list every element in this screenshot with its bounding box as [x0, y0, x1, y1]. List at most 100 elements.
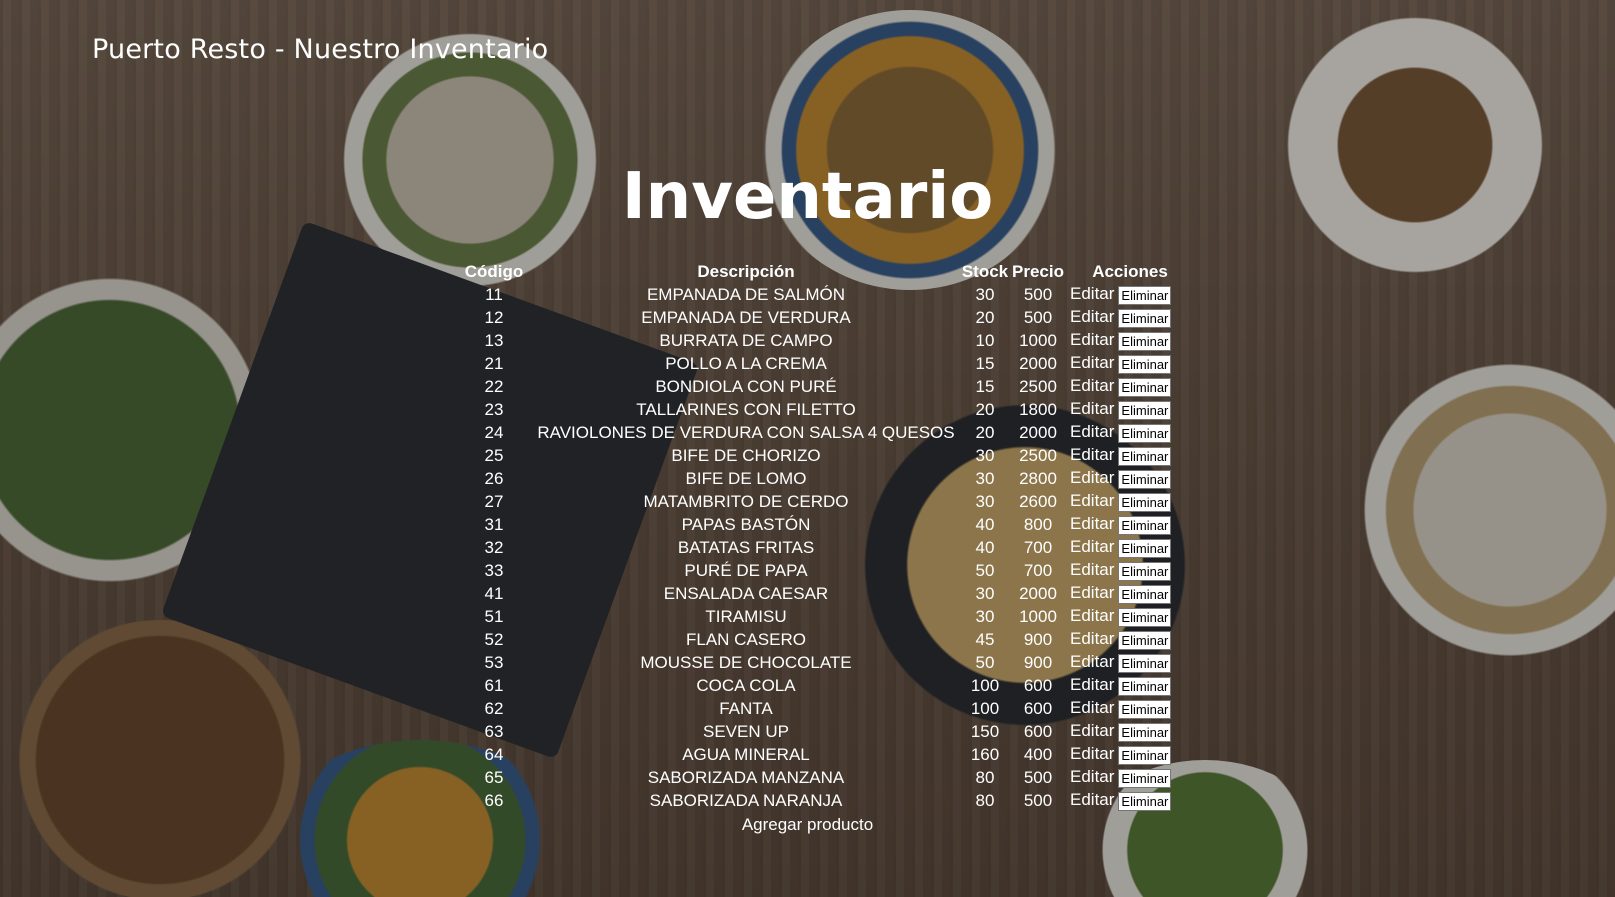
edit-link[interactable]: Editar — [1070, 744, 1114, 763]
delete-button[interactable]: Eliminar — [1118, 423, 1172, 443]
cell-stock: 10 — [975, 330, 995, 350]
table-row: 12 EMPANADA DE VERDURA 20 500 Editar Eliminar — [456, 306, 1190, 329]
delete-button[interactable]: Eliminar — [1118, 354, 1172, 374]
cell-description: COCA COLA — [696, 675, 796, 695]
site-brand[interactable]: Puerto Resto - Nuestro Inventario — [92, 34, 548, 65]
delete-button[interactable]: Eliminar — [1118, 630, 1172, 650]
cell-description: EMPANADA DE VERDURA — [641, 307, 851, 327]
cell-price: 600 — [1023, 721, 1053, 741]
cell-description: AGUA MINERAL — [682, 744, 810, 764]
cell-stock: 15 — [975, 376, 995, 396]
delete-button[interactable]: Eliminar — [1118, 722, 1172, 742]
edit-link[interactable]: Editar — [1070, 721, 1114, 740]
table-row: 11 EMPANADA DE SALMÓN 30 500 Editar Eliminar — [456, 283, 1190, 306]
delete-button[interactable]: Eliminar — [1118, 561, 1172, 581]
delete-button[interactable]: Eliminar — [1118, 515, 1172, 535]
cell-price: 900 — [1023, 652, 1053, 672]
cell-actions: Editar Eliminar — [1066, 697, 1190, 720]
delete-button[interactable]: Eliminar — [1118, 676, 1172, 696]
delete-button[interactable]: Eliminar — [1118, 377, 1172, 397]
delete-button[interactable]: Eliminar — [1118, 308, 1172, 328]
edit-link[interactable]: Editar — [1070, 330, 1114, 349]
cell-stock: 30 — [975, 445, 995, 465]
cell-code: 65 — [484, 767, 504, 787]
edit-link[interactable]: Editar — [1070, 445, 1114, 464]
edit-link[interactable]: Editar — [1070, 376, 1114, 395]
delete-button[interactable]: Eliminar — [1118, 446, 1172, 466]
cell-price: 500 — [1023, 307, 1053, 327]
cell-price: 1800 — [1019, 399, 1057, 419]
cell-code: 27 — [484, 491, 504, 511]
cell-price: 2000 — [1019, 583, 1057, 603]
delete-button[interactable]: Eliminar — [1118, 607, 1172, 627]
delete-button[interactable]: Eliminar — [1118, 584, 1172, 604]
table-row: 64 AGUA MINERAL 160 400 Editar Eliminar — [456, 743, 1190, 766]
delete-button[interactable]: Eliminar — [1118, 492, 1172, 512]
delete-button[interactable]: Eliminar — [1118, 331, 1172, 351]
col-header-code: Código — [464, 261, 524, 281]
edit-link[interactable]: Editar — [1070, 353, 1114, 372]
delete-button[interactable]: Eliminar — [1118, 791, 1172, 811]
edit-link[interactable]: Editar — [1070, 399, 1114, 418]
edit-link[interactable]: Editar — [1070, 284, 1114, 303]
delete-button[interactable]: Eliminar — [1118, 653, 1172, 673]
table-row: 61 COCA COLA 100 600 Editar Eliminar — [456, 674, 1190, 697]
cell-stock: 50 — [975, 560, 995, 580]
cell-description: MOUSSE DE CHOCOLATE — [640, 652, 852, 672]
cell-stock: 30 — [975, 606, 995, 626]
edit-link[interactable]: Editar — [1070, 491, 1114, 510]
edit-link[interactable]: Editar — [1070, 307, 1114, 326]
delete-button[interactable]: Eliminar — [1118, 400, 1172, 420]
edit-link[interactable]: Editar — [1070, 675, 1114, 694]
col-header-price: Precio — [1012, 261, 1064, 281]
cell-description: TALLARINES CON FILETTO — [636, 399, 856, 419]
edit-link[interactable]: Editar — [1070, 537, 1114, 556]
edit-link[interactable]: Editar — [1070, 767, 1114, 786]
cell-price: 2000 — [1019, 422, 1057, 442]
table-row: 31 PAPAS BASTÓN 40 800 Editar Eliminar — [456, 513, 1190, 536]
table-row: 53 MOUSSE DE CHOCOLATE 50 900 Editar Eliminar — [456, 651, 1190, 674]
add-product-link[interactable]: Agregar producto — [0, 815, 1615, 835]
cell-stock: 45 — [975, 629, 995, 649]
cell-price: 600 — [1023, 698, 1053, 718]
delete-button[interactable]: Eliminar — [1118, 745, 1172, 765]
cell-price: 500 — [1023, 790, 1053, 810]
edit-link[interactable]: Editar — [1070, 790, 1114, 809]
edit-link[interactable]: Editar — [1070, 560, 1114, 579]
edit-link[interactable]: Editar — [1070, 698, 1114, 717]
table-row: 41 ENSALADA CAESAR 30 2000 Editar Eliminar — [456, 582, 1190, 605]
edit-link[interactable]: Editar — [1070, 606, 1114, 625]
cell-actions: Editar Eliminar — [1066, 513, 1190, 536]
cell-code: 61 — [484, 675, 504, 695]
cell-price: 2500 — [1019, 445, 1057, 465]
cell-code: 51 — [484, 606, 504, 626]
cell-code: 64 — [484, 744, 504, 764]
delete-button[interactable]: Eliminar — [1118, 285, 1172, 305]
cell-description: SEVEN UP — [703, 721, 789, 741]
cell-actions: Editar Eliminar — [1066, 766, 1190, 789]
table-row: 62 FANTA 100 600 Editar Eliminar — [456, 697, 1190, 720]
cell-stock: 30 — [975, 284, 995, 304]
edit-link[interactable]: Editar — [1070, 514, 1114, 533]
table-header-row: Código Descripción Stock Precio Acciones — [456, 260, 1190, 283]
cell-description: BATATAS FRITAS — [677, 537, 815, 557]
cell-price: 2600 — [1019, 491, 1057, 511]
cell-code: 53 — [484, 652, 504, 672]
edit-link[interactable]: Editar — [1070, 468, 1114, 487]
edit-link[interactable]: Editar — [1070, 422, 1114, 441]
cell-description: MATAMBRITO DE CERDO — [643, 491, 849, 511]
cell-code: 33 — [484, 560, 504, 580]
delete-button[interactable]: Eliminar — [1118, 699, 1172, 719]
edit-link[interactable]: Editar — [1070, 583, 1114, 602]
delete-button[interactable]: Eliminar — [1118, 768, 1172, 788]
cell-description: FANTA — [719, 698, 773, 718]
cell-price: 500 — [1023, 284, 1053, 304]
delete-button[interactable]: Eliminar — [1118, 469, 1172, 489]
cell-stock: 30 — [975, 583, 995, 603]
edit-link[interactable]: Editar — [1070, 629, 1114, 648]
edit-link[interactable]: Editar — [1070, 652, 1114, 671]
cell-description: POLLO A LA CREMA — [665, 353, 827, 373]
table-row: 24 RAVIOLONES DE VERDURA CON SALSA 4 QUES… — [456, 421, 1190, 444]
delete-button[interactable]: Eliminar — [1118, 538, 1172, 558]
cell-code: 66 — [484, 790, 504, 810]
